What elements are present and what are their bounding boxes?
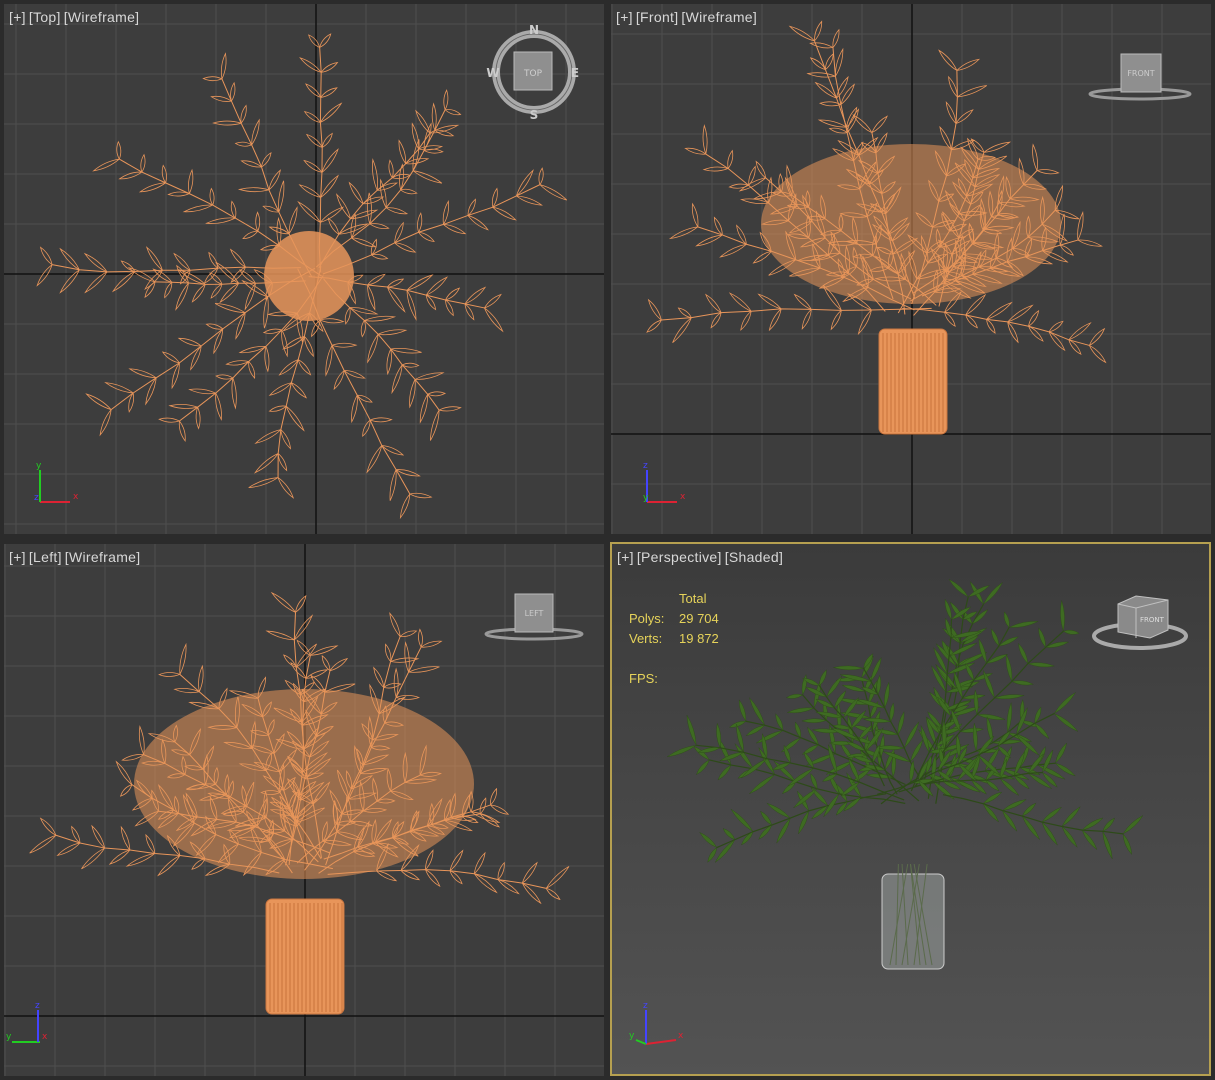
viewport-top[interactable]: [+] [Top] [Wireframe] TOP N S E W x y z (4, 4, 604, 534)
svg-text:x: x (73, 492, 79, 502)
viewcube-face-label: FRONT (1127, 69, 1154, 78)
viewport-shading-mode[interactable]: [Wireframe] (65, 549, 141, 565)
compass-east: E (571, 66, 579, 80)
svg-text:x: x (678, 1031, 684, 1041)
viewport-front-label[interactable]: [+] [Front] [Wireframe] (616, 9, 760, 25)
viewport-perspective-label[interactable]: [+] [Perspective] [Shaded] (617, 549, 786, 565)
axis-tripod-top: x y z (34, 461, 79, 503)
polys-value: 29 704 (679, 611, 719, 626)
svg-text:x: x (680, 492, 686, 502)
viewcube-face-label: TOP (523, 69, 543, 79)
viewport-shading-mode[interactable]: [Wireframe] (681, 9, 757, 25)
verts-value: 19 872 (679, 631, 719, 646)
viewport-view-name[interactable]: [Front] (636, 9, 679, 25)
viewport-left-label[interactable]: [+] [Left] [Wireframe] (9, 549, 143, 565)
viewcube-face-label: LEFT (525, 609, 544, 618)
viewcube-perspective[interactable]: FRONT (1088, 586, 1198, 656)
vase-mesh (265, 898, 345, 1015)
viewport-front[interactable]: [+] [Front] [Wireframe] FRONT x z y (611, 4, 1211, 534)
svg-text:y: y (36, 461, 42, 471)
svg-text:z: z (34, 493, 39, 503)
viewport-shading-mode[interactable]: [Shaded] (725, 549, 783, 565)
svg-text:z: z (643, 461, 648, 471)
fps-label: FPS: (629, 671, 658, 686)
viewport-left[interactable]: [+] [Left] [Wireframe] LEFT y z x (4, 544, 604, 1076)
svg-text:y: y (629, 1031, 635, 1041)
vase-mesh (878, 328, 948, 435)
compass-south: S (530, 108, 539, 122)
viewport-view-name[interactable]: [Top] (29, 9, 61, 25)
viewcube-face-label: FRONT (1140, 616, 1165, 624)
compass-north: N (529, 23, 539, 37)
stats-header: Total (679, 591, 707, 606)
vase-mesh (881, 863, 945, 970)
axis-tripod-front: x z y (643, 461, 686, 503)
svg-text:y: y (6, 1032, 12, 1042)
viewport-menu-plus[interactable]: [+] (616, 9, 633, 25)
polys-label: Polys: (629, 611, 665, 626)
viewport-shading-mode[interactable]: [Wireframe] (64, 9, 140, 25)
viewport-menu-plus[interactable]: [+] (9, 549, 26, 565)
viewport-menu-plus[interactable]: [+] (9, 9, 26, 25)
viewcube-left[interactable]: LEFT (479, 588, 589, 648)
viewcube-compass[interactable]: TOP N S E W (484, 22, 584, 122)
verts-label: Verts: (629, 631, 663, 646)
plant-mesh (667, 578, 1144, 864)
axis-tripod-left: y z x (6, 1001, 48, 1043)
viewport-menu-plus[interactable]: [+] (617, 549, 634, 565)
viewport-top-label[interactable]: [+] [Top] [Wireframe] (9, 9, 142, 25)
viewport-view-name[interactable]: [Perspective] (637, 549, 722, 565)
axis-tripod-perspective: x z y (629, 1001, 684, 1045)
viewport-perspective[interactable]: [+] [Perspective] [Shaded] Total Polys: 29 … (610, 542, 1211, 1076)
svg-text:z: z (643, 1001, 648, 1011)
svg-text:y: y (643, 493, 649, 503)
svg-text:x: x (42, 1032, 48, 1042)
compass-west: W (486, 66, 499, 80)
viewport-view-name[interactable]: [Left] (29, 549, 62, 565)
viewcube-front[interactable]: FRONT (1085, 48, 1195, 108)
statistics-overlay: Total Polys: 29 704 Verts: 19 872 FPS: (629, 589, 719, 689)
svg-text:z: z (35, 1001, 40, 1011)
